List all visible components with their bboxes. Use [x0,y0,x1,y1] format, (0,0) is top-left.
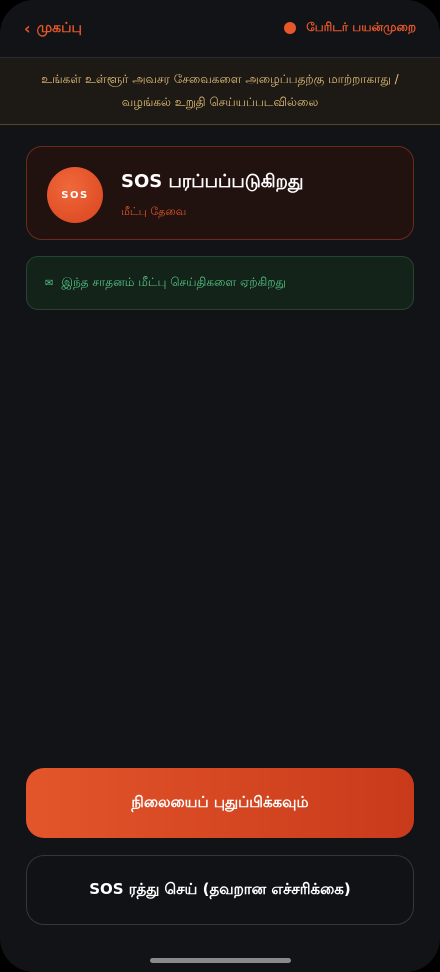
top-bar: ‹ முகப்பு பேரிடர் பயன்முறை [0,0,440,58]
cancel-sos-button[interactable]: SOS ரத்து செய் (தவறான எச்சரிக்கை) [26,855,414,925]
status-dot-icon [284,22,297,34]
back-button[interactable]: ‹ முகப்பு [24,20,82,38]
disclaimer-text: உங்கள் உள்ளூர் அவசர சேவைகளை அழைப்பதற்கு … [41,72,399,109]
sos-badge: SOS [47,167,103,223]
sos-title: SOS பரப்பப்படுகிறது [121,171,304,192]
disclaimer-banner: உங்கள் உள்ளூர் அவசர சேவைகளை அழைப்பதற்கு … [0,58,440,125]
chevron-left-icon: ‹ [24,19,31,38]
mode-label: பேரிடர் பயன்முறை [306,20,416,34]
back-label: முகப்பு [36,20,82,36]
device-status-text: இந்த சாதனம் மீட்பு செய்திகளை ஏற்கிறது [61,275,286,289]
app-screen: ‹ முகப்பு பேரிடர் பயன்முறை உங்கள் உள்ளூர… [0,0,440,972]
refresh-status-button[interactable]: நிலையைப் புதுப்பிக்கவும் [26,768,414,838]
device-status-card: ✉ இந்த சாதனம் மீட்பு செய்திகளை ஏற்கிறது [26,256,414,310]
sos-subtitle: மீட்பு தேவை [121,205,187,218]
disaster-mode-indicator: பேரிடர் பயன்முறை [284,20,416,36]
sos-status-card: SOS SOS பரப்பப்படுகிறது மீட்பு தேவை [26,146,414,240]
envelope-icon: ✉ [45,277,54,289]
home-indicator[interactable] [150,958,291,963]
